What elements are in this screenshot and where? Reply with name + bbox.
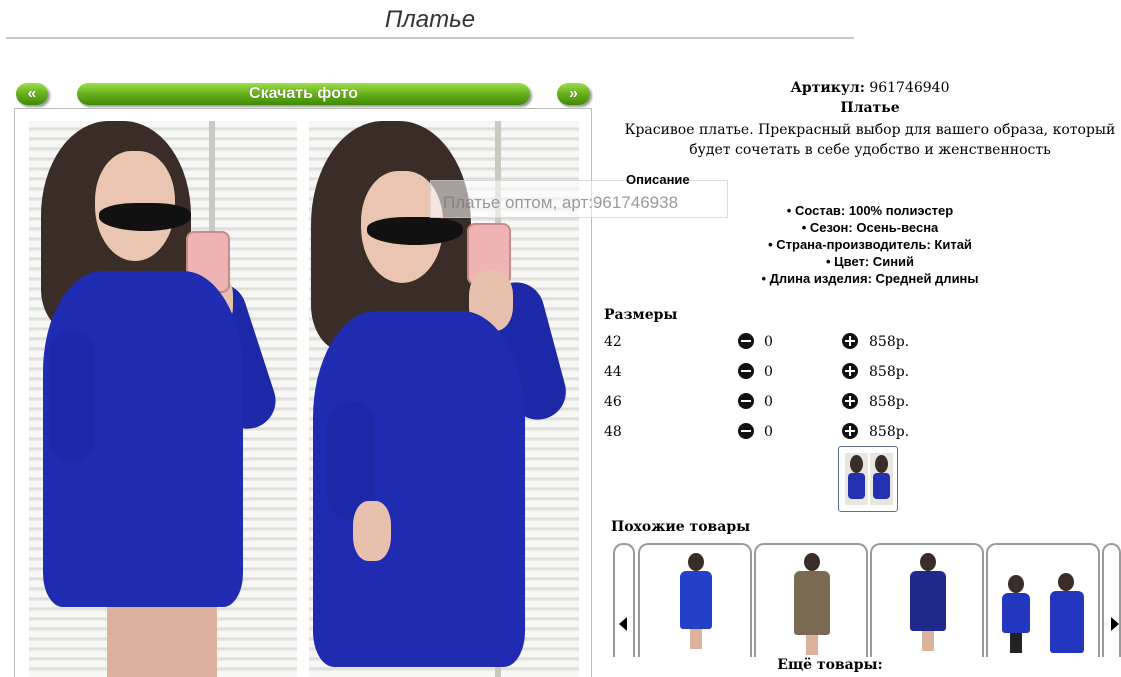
price-value: 858р. (869, 364, 910, 380)
sizes-heading: Размеры (604, 307, 678, 323)
spec-item: • Длина изделия: Средней длины (761, 271, 979, 286)
spec-item: • Страна-производитель: Китай (768, 237, 972, 252)
size-row: 42 0 858р. (604, 333, 924, 360)
spec-item: • Состав: 100% полиэстер (786, 203, 954, 218)
carousel-next-button[interactable] (1102, 543, 1121, 657)
arrow-right-icon (1111, 617, 1119, 631)
size-label: 44 (604, 364, 622, 380)
price-value: 858р. (869, 424, 910, 440)
size-label: 42 (604, 334, 622, 350)
product-description: Красивое платье. Прекрасный выбор для ва… (624, 122, 1116, 158)
article-line: Артикул: 961746940 (620, 80, 1120, 96)
product-photo-left (29, 121, 297, 677)
quantity-value: 0 (764, 364, 773, 380)
size-row: 44 0 858р. (604, 363, 924, 390)
similar-product-card[interactable] (638, 543, 752, 657)
specs-heading: Описание (626, 172, 690, 187)
title-divider (6, 37, 854, 39)
plus-icon[interactable] (842, 393, 858, 409)
minus-icon[interactable] (738, 363, 754, 379)
minus-icon[interactable] (738, 333, 754, 349)
spec-item: • Сезон: Осень-весна (801, 220, 939, 235)
minus-icon[interactable] (738, 423, 754, 439)
similar-product-card[interactable] (754, 543, 868, 657)
plus-icon[interactable] (842, 423, 858, 439)
minus-icon[interactable] (738, 393, 754, 409)
quantity-value: 0 (764, 424, 773, 440)
carousel-prev-button[interactable] (613, 543, 635, 657)
article-label: Артикул: (790, 80, 865, 96)
size-label: 46 (604, 394, 622, 410)
page-title: Платье (384, 6, 476, 33)
article-value: 961746940 (869, 80, 950, 96)
price-value: 858р. (869, 394, 910, 410)
spec-item: • Цвет: Синий (825, 254, 915, 269)
photo-thumbnail[interactable] (838, 446, 898, 512)
more-products-heading: Ещё товары: (777, 657, 883, 673)
similar-product-card[interactable] (986, 543, 1100, 657)
similar-product-card[interactable] (870, 543, 984, 657)
price-value: 858р. (869, 334, 910, 350)
next-photo-button[interactable]: » (557, 83, 590, 105)
quantity-value: 0 (764, 334, 773, 350)
prev-photo-button[interactable]: « (16, 83, 48, 105)
quantity-value: 0 (764, 394, 773, 410)
arrow-left-icon (619, 617, 627, 631)
similar-products-heading: Похожие товары (611, 519, 751, 535)
plus-icon[interactable] (842, 333, 858, 349)
plus-icon[interactable] (842, 363, 858, 379)
download-photo-button[interactable]: Скачать фото (77, 83, 530, 105)
size-label: 48 (604, 424, 622, 440)
product-name: Платье (840, 100, 900, 116)
size-row: 46 0 858р. (604, 393, 924, 420)
